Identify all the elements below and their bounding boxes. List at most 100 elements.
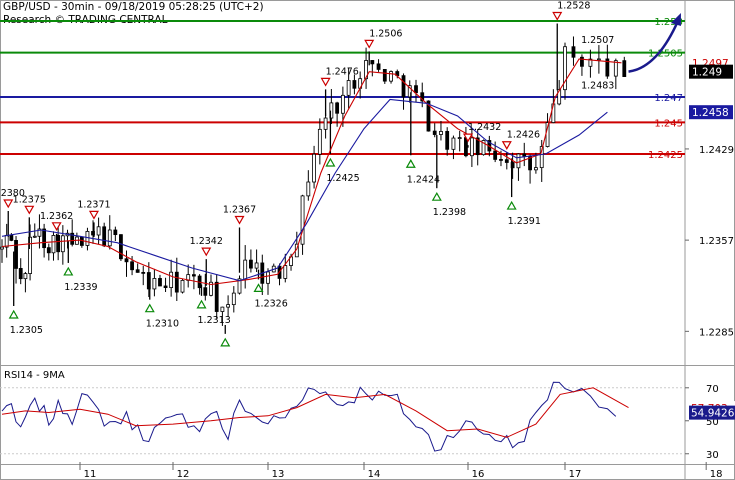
candle-body	[4, 234, 9, 248]
up-triangle-marker	[431, 191, 442, 201]
price-annotation-label: 1.2507	[581, 35, 614, 46]
low-label: 1.2313	[198, 315, 231, 326]
candle-body	[96, 226, 101, 236]
down-triangle-marker	[234, 215, 245, 225]
candle-body	[312, 153, 316, 183]
candle-body	[203, 287, 208, 296]
candle-body	[254, 262, 259, 269]
level-label: 1.247	[654, 93, 683, 104]
candle-body	[596, 58, 601, 61]
candle-body	[220, 306, 225, 312]
candle-body	[306, 181, 311, 197]
forecast-arrow	[628, 20, 680, 73]
low-label: 1.2391	[508, 216, 541, 227]
candle-body	[32, 235, 37, 238]
candle-body	[300, 195, 305, 245]
candle-body	[107, 229, 112, 247]
candle-body	[158, 278, 162, 287]
candle-body	[231, 292, 236, 306]
rsi-y-tick-label: 30	[706, 450, 719, 461]
candle-body	[85, 231, 90, 246]
candle-body	[180, 279, 185, 293]
candle-body	[522, 153, 527, 157]
candle-body	[516, 153, 521, 169]
rsi-panel-title: RSI14 - 9MA	[4, 370, 65, 381]
high-label: 1.2371	[77, 199, 110, 210]
candle-body	[499, 159, 503, 161]
candle-body	[102, 226, 107, 247]
x-tick-label: 16	[472, 469, 485, 480]
up-triangle-marker	[63, 266, 74, 276]
x-tick-label: 11	[84, 469, 97, 480]
x-tick-label: 17	[569, 469, 582, 480]
candle-body	[152, 278, 157, 290]
candle-body	[141, 271, 146, 274]
candle-body	[174, 271, 179, 293]
up-triangle-marker	[144, 303, 155, 313]
down-triangle-marker	[364, 39, 375, 49]
candle-body	[163, 285, 168, 288]
candle-body	[46, 247, 51, 254]
x-tick-label: 18	[710, 469, 723, 480]
down-triangle-marker	[201, 247, 212, 257]
x-tick-label: 14	[368, 469, 381, 480]
candle-body	[352, 80, 357, 89]
candle-body	[124, 258, 129, 263]
series-line-ma_slow	[1, 98, 608, 282]
up-triangle-marker	[405, 159, 416, 168]
down-triangle-marker	[51, 222, 62, 232]
candle-body	[534, 167, 538, 171]
high-label: 1.2367	[223, 204, 256, 215]
candle-body	[340, 94, 345, 114]
y-tick-label: 1.2429	[699, 145, 734, 156]
high-label: 1.2375	[13, 194, 46, 205]
high-label: 1.2432	[468, 122, 501, 133]
candle-body	[135, 269, 140, 273]
y-tick-label: 1.2357	[699, 236, 734, 247]
candle-body	[346, 80, 351, 96]
candle-body	[42, 228, 47, 249]
candle-body	[571, 46, 576, 58]
candle-body	[119, 234, 123, 260]
ma-slow-value-tag: 1.2458	[692, 107, 729, 119]
last-price-tag: 1.249	[692, 67, 722, 79]
series-line-ma_fast	[1, 58, 622, 286]
candle-body	[451, 137, 456, 150]
low-label: 1.2425	[326, 173, 359, 184]
y-tick-label: 1.2285	[699, 327, 734, 338]
price-annotation-label: 1.2483	[581, 81, 614, 92]
chart-root: GBP/USD - 30min - 09/18/2019 05:28:25 (U…	[0, 0, 735, 480]
candle-body	[191, 274, 196, 277]
candle-body	[504, 159, 509, 163]
level-label: 1.2425	[648, 150, 683, 161]
candle-body	[439, 131, 443, 135]
candle-body	[169, 271, 174, 288]
candle-body	[335, 102, 340, 114]
up-triangle-marker	[325, 157, 336, 167]
candle-body	[9, 234, 14, 241]
low-label: 1.2424	[407, 174, 440, 185]
candle-body	[580, 56, 584, 67]
candle-body	[493, 150, 498, 160]
high-label: 1.2506	[369, 28, 402, 39]
high-label: 1.2426	[507, 130, 540, 141]
up-triangle-marker	[220, 337, 231, 347]
candle-body	[23, 273, 28, 280]
rsi-series-rsi	[1, 381, 617, 452]
low-label: 1.2310	[146, 319, 179, 330]
chart-svg: 1.24291.23571.228511 12 13 14 16 17 181.2531.2…	[0, 0, 735, 480]
candle-body	[0, 246, 4, 250]
low-label: 1.2398	[433, 207, 466, 218]
low-label: 1.2305	[10, 325, 43, 336]
candle-body	[317, 128, 322, 155]
candle-body	[266, 271, 270, 284]
candle-body	[389, 71, 393, 82]
low-label: 1.2339	[64, 282, 97, 293]
down-triangle-marker	[3, 199, 14, 209]
candle-body	[376, 63, 381, 70]
candle-body	[283, 265, 288, 279]
candle-body	[248, 259, 253, 269]
candle-body	[622, 60, 627, 77]
candle-body	[243, 259, 248, 280]
candle-body	[432, 130, 437, 135]
